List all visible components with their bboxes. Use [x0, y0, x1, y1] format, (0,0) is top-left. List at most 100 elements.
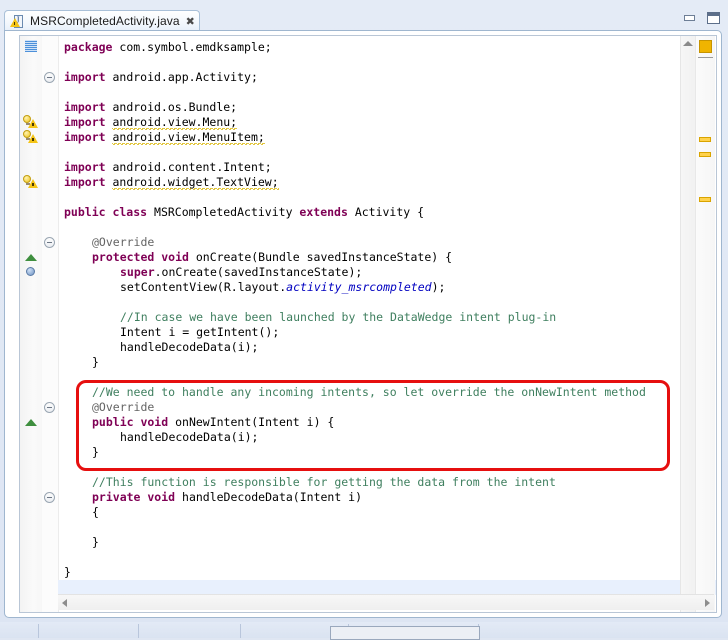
code-token: android.os.Bundle;	[112, 100, 237, 114]
current-line-highlight	[58, 580, 716, 595]
code-token: import	[64, 175, 112, 189]
code-line[interactable]: //This function is responsible for getti…	[92, 475, 556, 490]
code-token: {	[92, 505, 99, 519]
code-line[interactable]: //In case we have been launched by the D…	[120, 310, 556, 325]
ruler-status-icon	[699, 40, 712, 53]
code-line[interactable]: public void onNewIntent(Intent i) {	[92, 415, 334, 430]
window-controls	[683, 12, 720, 24]
code-token: onCreate(Bundle savedInstanceState) {	[196, 250, 452, 264]
code-token: activity_msrcompleted	[286, 280, 431, 294]
warning-bulb-icon[interactable]	[23, 114, 39, 130]
close-icon[interactable]: ✖	[186, 15, 195, 28]
code-token: import	[64, 115, 112, 129]
code-line[interactable]: import android.app.Activity;	[64, 70, 258, 85]
overview-warning-marker[interactable]	[699, 137, 711, 142]
code-line[interactable]: @Override	[92, 235, 154, 250]
folding-gutter[interactable]	[42, 36, 59, 612]
eclipse-window: MSRCompletedActivity.java ✖ package com.…	[0, 0, 728, 638]
fold-collapse-icon[interactable]	[44, 237, 55, 248]
editor-tab-strip: MSRCompletedActivity.java ✖	[4, 10, 662, 31]
code-token: }	[92, 535, 99, 549]
code-area[interactable]: package com.symbol.emdksample; import and…	[58, 36, 716, 612]
override-arrow-icon[interactable]	[23, 414, 39, 430]
annotation-gutter[interactable]	[20, 36, 43, 612]
code-token: handleDecodeData(i);	[120, 340, 258, 354]
code-token: .onCreate(savedInstanceState);	[155, 265, 363, 279]
code-line[interactable]: package com.symbol.emdksample;	[64, 40, 272, 55]
bottom-panel-strip	[0, 622, 728, 638]
code-token: handleDecodeData(Intent i)	[182, 490, 362, 504]
overview-warning-marker[interactable]	[699, 197, 711, 202]
code-token: @Override	[92, 400, 154, 414]
editor-inner-border: package com.symbol.emdksample; import and…	[19, 35, 717, 613]
code-line[interactable]: protected void onCreate(Bundle savedInst…	[92, 250, 452, 265]
code-token: android.widget.TextView;	[112, 175, 278, 190]
code-token: );	[432, 280, 446, 294]
code-line[interactable]: import android.widget.TextView;	[64, 175, 279, 190]
code-token: android.view.Menu;	[112, 115, 237, 130]
code-line[interactable]: setContentView(R.layout.activity_msrcomp…	[120, 280, 445, 295]
editor-tab-label: MSRCompletedActivity.java	[30, 14, 180, 28]
horizontal-scrollbar[interactable]	[58, 594, 714, 610]
code-token: //This function is responsible for getti…	[92, 475, 556, 489]
code-token: public void	[92, 415, 175, 429]
code-token: protected void	[92, 250, 196, 264]
maximize-button[interactable]	[706, 12, 720, 24]
code-token: import	[64, 100, 112, 114]
minimize-button[interactable]	[683, 12, 697, 24]
editor-frame: package com.symbol.emdksample; import and…	[4, 30, 722, 618]
java-file-warning-icon	[10, 14, 25, 29]
vertical-scrollbar[interactable]	[680, 36, 696, 612]
code-line[interactable]: import android.view.MenuItem;	[64, 130, 265, 145]
code-token: @Override	[92, 235, 154, 249]
code-line[interactable]: public class MSRCompletedActivity extend…	[64, 205, 424, 220]
code-line[interactable]: handleDecodeData(i);	[120, 340, 258, 355]
fold-collapse-icon[interactable]	[44, 402, 55, 413]
code-token: android.content.Intent;	[112, 160, 271, 174]
code-token: extends	[299, 205, 354, 219]
code-line[interactable]: import android.content.Intent;	[64, 160, 272, 175]
scroll-right-arrow[interactable]	[705, 599, 710, 607]
code-line[interactable]: {	[92, 505, 99, 520]
code-token: import	[64, 70, 112, 84]
code-line[interactable]: import android.view.Menu;	[64, 115, 237, 130]
code-token: android.view.MenuItem;	[112, 130, 264, 145]
code-token: //In case we have been launched by the D…	[120, 310, 556, 324]
code-line[interactable]: handleDecodeData(i);	[120, 430, 258, 445]
warning-bulb-icon[interactable]	[23, 174, 39, 190]
code-token: handleDecodeData(i);	[120, 430, 258, 444]
code-token: //We need to handle any incoming intents…	[92, 385, 646, 399]
code-line[interactable]: }	[92, 445, 99, 460]
warning-bulb-icon[interactable]	[23, 129, 39, 145]
code-token: setContentView(R.layout.	[120, 280, 286, 294]
code-line[interactable]: //We need to handle any incoming intents…	[92, 385, 646, 400]
fold-collapse-icon[interactable]	[44, 492, 55, 503]
code-token: public class	[64, 205, 154, 219]
overview-warning-marker[interactable]	[699, 152, 711, 157]
fold-collapse-icon[interactable]	[44, 72, 55, 83]
code-token: import	[64, 160, 112, 174]
code-token: Intent i = getIntent();	[120, 325, 279, 339]
code-line[interactable]: private void handleDecodeData(Intent i)	[92, 490, 362, 505]
code-line[interactable]: import android.os.Bundle;	[64, 100, 237, 115]
code-token: super	[120, 265, 155, 279]
checker-icon[interactable]	[23, 39, 39, 55]
code-token: MSRCompletedActivity	[154, 205, 299, 219]
overview-ruler[interactable]	[695, 36, 715, 612]
code-line[interactable]: }	[92, 535, 99, 550]
code-token: import	[64, 130, 112, 144]
code-line[interactable]: super.onCreate(savedInstanceState);	[120, 265, 362, 280]
scroll-up-arrow[interactable]	[683, 41, 693, 46]
code-token: Activity {	[355, 205, 424, 219]
code-line[interactable]: Intent i = getIntent();	[120, 325, 279, 340]
scroll-left-arrow[interactable]	[62, 599, 67, 607]
implements-dot-icon[interactable]	[23, 264, 39, 280]
code-token: onNewIntent(Intent i) {	[175, 415, 334, 429]
override-arrow-icon[interactable]	[23, 249, 39, 265]
code-line[interactable]: }	[92, 355, 99, 370]
code-line[interactable]: @Override	[92, 400, 154, 415]
code-token: com.symbol.emdksample;	[119, 40, 271, 54]
code-line[interactable]: }	[64, 565, 71, 580]
code-token: android.app.Activity;	[112, 70, 257, 84]
editor-tab-msrcompletedactivity[interactable]: MSRCompletedActivity.java ✖	[4, 10, 200, 31]
